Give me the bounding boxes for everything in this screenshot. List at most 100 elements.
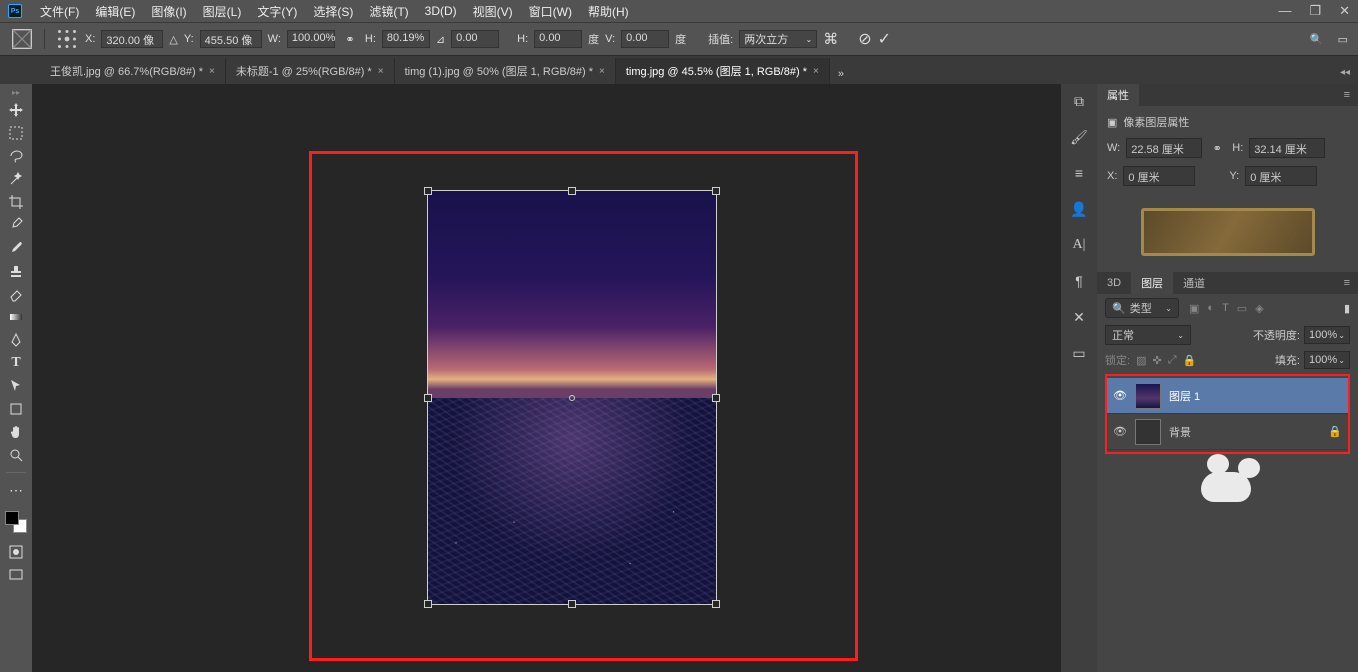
pen-tool-icon[interactable] — [4, 330, 28, 350]
prop-y-field[interactable]: 0 厘米 — [1245, 166, 1317, 186]
tab-3d[interactable]: 3D — [1097, 274, 1131, 292]
transform-handle-e[interactable] — [712, 394, 720, 402]
character-panel-icon[interactable]: A| — [1068, 234, 1090, 256]
menu-help[interactable]: 帮助(H) — [580, 3, 637, 20]
h-field[interactable]: 80.19% — [382, 30, 430, 48]
opacity-field[interactable]: 100%⌄ — [1304, 326, 1350, 344]
menu-view[interactable]: 视图(V) — [465, 3, 521, 20]
interpolation-select[interactable]: 两次立方⌄ — [739, 30, 817, 48]
quickmask-icon[interactable] — [4, 542, 28, 562]
reference-point-icon[interactable] — [55, 27, 79, 51]
close-tab-icon[interactable]: × — [209, 66, 215, 77]
prop-h-field[interactable]: 32.14 厘米 — [1249, 138, 1325, 158]
doc-tab-3[interactable]: timg.jpg @ 45.5% (图层 1, RGB/8#) *× — [616, 58, 830, 84]
close-icon[interactable]: ✕ — [1339, 3, 1350, 19]
transform-reference-point[interactable] — [569, 395, 575, 401]
brushes-panel-icon[interactable]: 🖌 — [1068, 126, 1090, 148]
adjustments-panel-icon[interactable]: ≡ — [1068, 162, 1090, 184]
menu-edit[interactable]: 编辑(E) — [87, 3, 143, 20]
tabs-overflow-icon[interactable]: » — [832, 64, 850, 84]
layer-filter-select[interactable]: 🔍类型⌄ — [1105, 298, 1179, 318]
menu-file[interactable]: 文件(F) — [32, 3, 87, 20]
layer-row[interactable]: 👁 背景 🔒 — [1107, 414, 1348, 450]
transform-handle-s[interactable] — [568, 600, 576, 608]
layer-thumbnail[interactable] — [1135, 419, 1161, 445]
menu-type[interactable]: 文字(Y) — [249, 3, 305, 20]
path-select-tool-icon[interactable] — [4, 376, 28, 396]
workspace-icon[interactable]: ▭ — [1338, 33, 1348, 46]
visibility-icon[interactable]: 👁 — [1113, 425, 1127, 438]
menu-window[interactable]: 窗口(W) — [521, 3, 580, 20]
visibility-icon[interactable]: 👁 — [1113, 389, 1127, 402]
doc-tab-2[interactable]: timg (1).jpg @ 50% (图层 1, RGB/8#) *× — [395, 58, 616, 84]
styles-panel-icon[interactable]: 👤 — [1068, 198, 1090, 220]
layer-name[interactable]: 图层 1 — [1169, 388, 1200, 404]
doc-tab-0[interactable]: 王俊凯.jpg @ 66.7%(RGB/8#) *× — [40, 58, 226, 84]
blend-mode-select[interactable]: 正常⌄ — [1105, 325, 1191, 345]
brush-tool-icon[interactable] — [4, 238, 28, 258]
layer-name[interactable]: 背景 — [1169, 424, 1191, 440]
w-field[interactable]: 100.00% — [287, 30, 335, 48]
transform-handle-sw[interactable] — [424, 600, 432, 608]
stamp-tool-icon[interactable] — [4, 261, 28, 281]
link-icon[interactable]: ⚭ — [341, 32, 359, 46]
minimize-icon[interactable]: — — [1278, 3, 1291, 19]
history-panel-icon[interactable]: ⧉ — [1068, 90, 1090, 112]
y-field[interactable]: 455.50 像 — [200, 30, 262, 48]
angle-field[interactable]: 0.00 — [451, 30, 499, 48]
canvas[interactable] — [32, 84, 1061, 672]
panel-collapse-icon[interactable]: ◂◂ — [1332, 65, 1358, 84]
panel-menu-icon[interactable]: ≡ — [1336, 89, 1358, 101]
menu-image[interactable]: 图像(I) — [143, 3, 194, 20]
swatches-panel-icon[interactable]: ✕ — [1068, 306, 1090, 328]
gradient-tool-icon[interactable] — [4, 307, 28, 327]
edit-toolbar-icon[interactable]: ⋯ — [4, 480, 28, 500]
hand-tool-icon[interactable] — [4, 422, 28, 442]
zoom-tool-icon[interactable] — [4, 445, 28, 465]
text-tool-icon[interactable]: T — [4, 353, 28, 373]
skew-h-field[interactable]: 0.00 — [534, 30, 582, 48]
filter-type-icon[interactable]: T — [1222, 302, 1229, 315]
filter-shape-icon[interactable]: ▭ — [1237, 302, 1247, 315]
menu-3d[interactable]: 3D(D) — [417, 4, 465, 18]
commit-transform-icon[interactable]: ✓ — [878, 29, 891, 49]
warp-icon[interactable]: ⌘ — [823, 30, 838, 48]
lasso-tool-icon[interactable] — [4, 146, 28, 166]
shape-tool-icon[interactable] — [4, 399, 28, 419]
filter-pixel-icon[interactable]: ▣ — [1189, 302, 1199, 315]
lock-all-icon[interactable]: 🔒 — [1183, 354, 1197, 367]
close-tab-icon[interactable]: × — [599, 66, 605, 77]
move-tool-icon[interactable] — [4, 100, 28, 120]
cancel-transform-icon[interactable]: ⊘ — [858, 29, 871, 49]
filter-adjust-icon[interactable]: ◐ — [1207, 302, 1214, 315]
filter-toggle-icon[interactable]: ▮ — [1344, 302, 1350, 315]
link-wh-icon[interactable]: ⚭ — [1208, 141, 1226, 155]
properties-tab[interactable]: 属性 — [1097, 84, 1139, 106]
filter-smart-icon[interactable]: ◈ — [1255, 302, 1263, 315]
x-field[interactable]: 320.00 像 — [101, 30, 163, 48]
skew-v-field[interactable]: 0.00 — [621, 30, 669, 48]
menu-filter[interactable]: 滤镜(T) — [361, 3, 416, 20]
close-tab-icon[interactable]: × — [378, 66, 384, 77]
magic-wand-tool-icon[interactable] — [4, 169, 28, 189]
lock-position-icon[interactable]: ✜ — [1152, 354, 1161, 367]
screenmode-icon[interactable] — [4, 565, 28, 585]
search-icon[interactable]: 🔍 — [1310, 33, 1324, 46]
marquee-tool-icon[interactable] — [4, 123, 28, 143]
close-tab-icon[interactable]: × — [813, 66, 819, 77]
foreground-color-swatch[interactable] — [5, 511, 19, 525]
prop-w-field[interactable]: 22.58 厘米 — [1126, 138, 1202, 158]
fill-field[interactable]: 100%⌄ — [1304, 351, 1350, 369]
transform-handle-w[interactable] — [424, 394, 432, 402]
menu-layer[interactable]: 图层(L) — [195, 3, 250, 20]
layer-row[interactable]: 👁 图层 1 — [1107, 378, 1348, 414]
layer-thumbnail[interactable] — [1135, 383, 1161, 409]
menu-select[interactable]: 选择(S) — [305, 3, 361, 20]
transform-handle-nw[interactable] — [424, 187, 432, 195]
transform-handle-se[interactable] — [712, 600, 720, 608]
libraries-panel-icon[interactable]: ▭ — [1068, 342, 1090, 364]
panel-menu-icon[interactable]: ≡ — [1336, 277, 1358, 289]
lock-artboard-icon[interactable]: ⤢ — [1168, 354, 1177, 367]
eyedropper-tool-icon[interactable] — [4, 215, 28, 235]
prop-x-field[interactable]: 0 厘米 — [1123, 166, 1195, 186]
